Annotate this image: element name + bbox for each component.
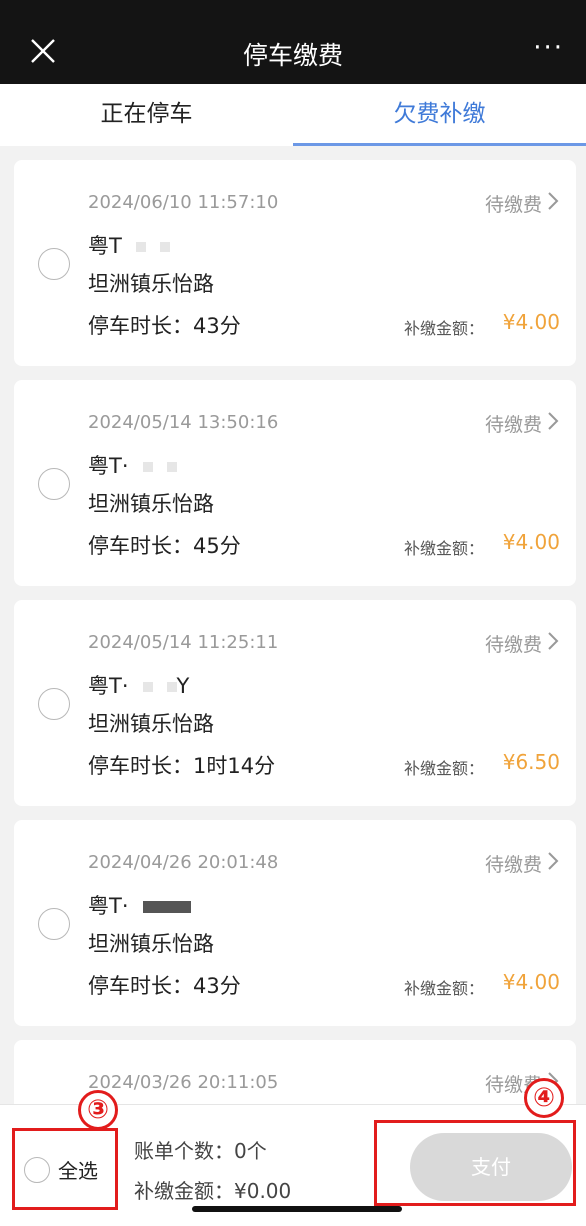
select-radio[interactable] [38, 248, 70, 280]
amount-value: ¥4.00 [502, 310, 560, 334]
amount-label: 补缴金额： [403, 979, 484, 998]
bill-time: 2024/06/10 11:57:10 [88, 192, 279, 213]
plate-mask [142, 682, 153, 692]
home-indicator [192, 1206, 402, 1212]
plate-mask [166, 462, 177, 472]
tab-arrears[interactable]: 欠费补缴 [293, 84, 586, 146]
plate-mask [159, 242, 170, 252]
parking-duration: 停车时长：1时14分 [88, 754, 276, 778]
tab-bar: 正在停车 欠费补缴 [0, 84, 586, 146]
annotation-number-3: ③ [78, 1090, 118, 1130]
select-radio[interactable] [38, 688, 70, 720]
parking-location: 坦洲镇乐怡路 [88, 932, 214, 956]
parking-duration: 停车时长：43分 [88, 314, 241, 338]
chevron-right-icon [548, 412, 559, 430]
plate-suffix: Y [176, 674, 190, 698]
plate-mask [142, 462, 153, 472]
bill-status: 待缴费 [484, 634, 542, 656]
select-radio[interactable] [38, 468, 70, 500]
plate-mask [166, 682, 177, 692]
amount-value: ¥4.00 [502, 970, 560, 994]
parking-location: 坦洲镇乐怡路 [88, 712, 214, 736]
plate-mask [142, 901, 191, 913]
bill-status: 待缴费 [484, 854, 542, 876]
amount-label: 补缴金额： [403, 319, 484, 338]
plate-number: 粤T· [88, 450, 177, 480]
bill-card[interactable]: 2024/05/14 13:50:16 待缴费 粤T· 坦洲镇乐怡路 停车时长：… [14, 380, 576, 586]
annotation-number-4: ④ [524, 1078, 564, 1118]
amount-label: 补缴金额： [403, 539, 484, 558]
title-bar: 停车缴费 ··· [0, 0, 586, 84]
page-title: 停车缴费 [242, 41, 343, 70]
bill-time: 2024/04/26 20:01:48 [88, 852, 279, 873]
amount-value: ¥6.50 [502, 750, 560, 774]
plate-number: 粤T· Y [88, 674, 190, 698]
amount-value: ¥4.00 [502, 530, 560, 554]
bill-time: 2024/05/14 11:25:11 [88, 632, 279, 653]
bill-card[interactable]: 2024/05/14 11:25:11 待缴费 粤T· Y 坦洲镇乐怡路 停车时长… [14, 600, 576, 806]
bill-status: 待缴费 [484, 414, 542, 436]
chevron-right-icon [548, 632, 559, 650]
parking-location: 坦洲镇乐怡路 [88, 492, 214, 516]
more-icon[interactable]: ··· [533, 33, 564, 63]
bill-card[interactable]: 2024/06/10 11:57:10 待缴费 粤T 坦洲镇乐怡路 停车时长：4… [14, 160, 576, 366]
bill-status: 待缴费 [484, 194, 542, 216]
select-radio[interactable] [38, 908, 70, 940]
amount-label: 补缴金额： [403, 759, 484, 778]
chevron-right-icon [548, 192, 559, 210]
parking-location: 坦洲镇乐怡路 [88, 272, 214, 296]
bill-time: 2024/05/14 13:50:16 [88, 412, 279, 433]
bill-count: 账单个数：0个 [134, 1139, 267, 1163]
parking-duration: 停车时长：43分 [88, 974, 241, 998]
plate-mask [135, 242, 146, 252]
total-amount: 补缴金额：¥0.00 [134, 1179, 292, 1203]
parking-duration: 停车时长：45分 [88, 534, 241, 558]
tab-parking-now[interactable]: 正在停车 [0, 84, 293, 146]
annotation-box-select-all [12, 1128, 118, 1210]
plate-number: 粤T· [88, 890, 191, 920]
plate-number: 粤T [88, 230, 170, 260]
bill-time: 2024/03/26 20:11:05 [88, 1072, 279, 1093]
annotation-box-pay [374, 1120, 576, 1206]
chevron-right-icon [548, 852, 559, 870]
bill-card[interactable]: 2024/04/26 20:01:48 待缴费 粤T· 坦洲镇乐怡路 停车时长：… [14, 820, 576, 1026]
